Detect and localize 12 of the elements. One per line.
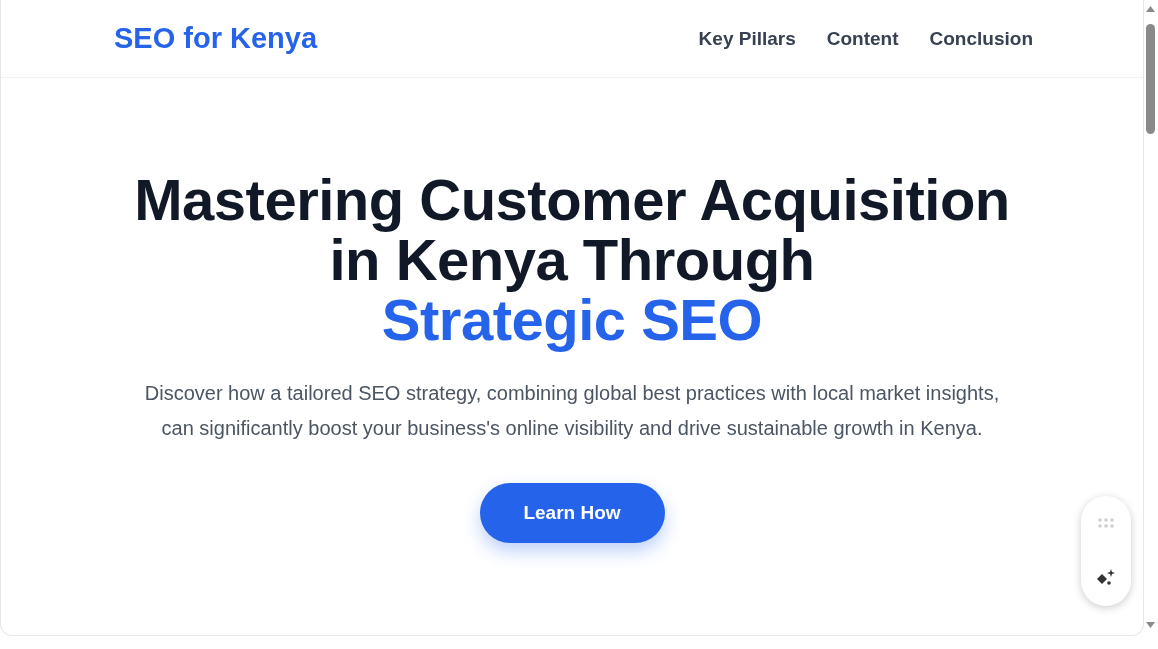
nav-link[interactable]: Key Pillars — [698, 27, 796, 50]
site-logo[interactable]: SEO for Kenya — [114, 22, 318, 55]
scroll-down-icon[interactable] — [1146, 622, 1155, 628]
drag-handle-icon[interactable] — [1098, 518, 1114, 528]
nav-link[interactable]: Content — [826, 27, 899, 50]
hero-title: Mastering Customer Acquisition in Kenya Through Strategic SEO — [133, 170, 1011, 350]
learn-how-button[interactable]: Learn How — [479, 483, 665, 543]
scroll-up-icon[interactable] — [1146, 6, 1155, 12]
nav-link[interactable]: Conclusion — [929, 27, 1033, 50]
hero-description: Discover how a tailored SEO strategy, combining global best practices with local market insights, can significantly boost your business's online visibility and drive sustainable growth in Kenya. — [143, 381, 1001, 441]
sparkle-icon[interactable] — [1096, 568, 1116, 588]
scrollbar-thumb[interactable] — [1146, 24, 1155, 134]
